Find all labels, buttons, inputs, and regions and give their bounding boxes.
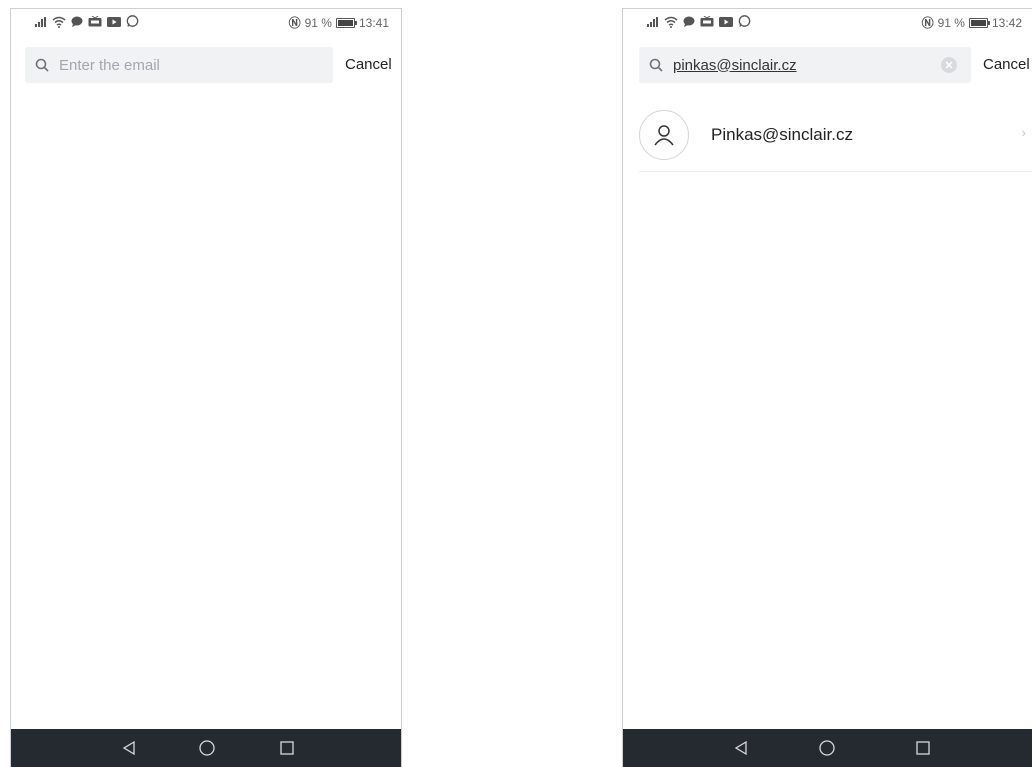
search-icon bbox=[639, 58, 673, 72]
wifi-icon bbox=[52, 16, 66, 28]
signal-icon bbox=[647, 16, 658, 27]
chat-icon bbox=[71, 16, 83, 27]
navigation-bar bbox=[623, 729, 1032, 767]
whatsapp-icon bbox=[126, 15, 139, 27]
email-search-input[interactable] bbox=[673, 47, 913, 83]
cancel-button[interactable]: Cancel bbox=[983, 56, 1030, 73]
recents-icon[interactable] bbox=[277, 738, 297, 758]
email-search-input[interactable] bbox=[59, 47, 299, 83]
chevron-right-icon: › bbox=[1021, 125, 1026, 140]
search-icon bbox=[25, 58, 59, 72]
video-icon bbox=[107, 16, 121, 27]
phone-screen-search-results: Ⓝ 91 % 13:42 Cancel Pinkas@sinclair.cz › bbox=[622, 8, 1032, 767]
status-bar: Ⓝ 91 % 13:41 bbox=[11, 9, 401, 37]
clear-icon[interactable] bbox=[941, 57, 957, 73]
home-icon[interactable] bbox=[197, 738, 217, 758]
status-time: 13:41 bbox=[358, 15, 389, 30]
search-box[interactable] bbox=[25, 47, 333, 83]
tv-icon bbox=[700, 16, 714, 27]
battery-icon bbox=[335, 17, 357, 28]
status-icons bbox=[35, 15, 139, 28]
battery-icon bbox=[968, 17, 990, 28]
whatsapp-icon bbox=[738, 15, 751, 27]
signal-icon bbox=[35, 16, 46, 27]
status-right: Ⓝ 91 % 13:41 bbox=[289, 14, 389, 31]
battery-percent: 91 % bbox=[304, 15, 332, 30]
search-box[interactable] bbox=[639, 47, 971, 83]
status-icons bbox=[647, 15, 751, 28]
search-result-label: Pinkas@sinclair.cz bbox=[711, 125, 853, 144]
chat-icon bbox=[683, 16, 695, 27]
back-icon[interactable] bbox=[731, 738, 751, 758]
status-right: Ⓝ 91 % 13:42 bbox=[922, 14, 1022, 31]
battery-percent: 91 % bbox=[937, 15, 965, 30]
video-icon bbox=[719, 16, 733, 27]
recents-icon[interactable] bbox=[913, 738, 933, 758]
search-row: Cancel bbox=[25, 47, 401, 83]
home-icon[interactable] bbox=[817, 738, 837, 758]
tv-icon bbox=[88, 16, 102, 27]
phone-screen-empty-search: Ⓝ 91 % 13:41 Cancel bbox=[10, 8, 402, 767]
wifi-icon bbox=[664, 16, 678, 28]
search-row: Cancel bbox=[637, 47, 1032, 83]
back-icon[interactable] bbox=[119, 738, 139, 758]
nfc-icon: Ⓝ bbox=[288, 16, 301, 30]
nfc-icon: Ⓝ bbox=[921, 16, 934, 30]
status-bar: Ⓝ 91 % 13:42 bbox=[623, 9, 1032, 37]
status-time: 13:42 bbox=[991, 15, 1022, 30]
navigation-bar bbox=[11, 729, 401, 767]
user-icon bbox=[639, 110, 689, 160]
cancel-button[interactable]: Cancel bbox=[345, 56, 392, 73]
search-result-item[interactable]: Pinkas@sinclair.cz › bbox=[639, 105, 1032, 172]
